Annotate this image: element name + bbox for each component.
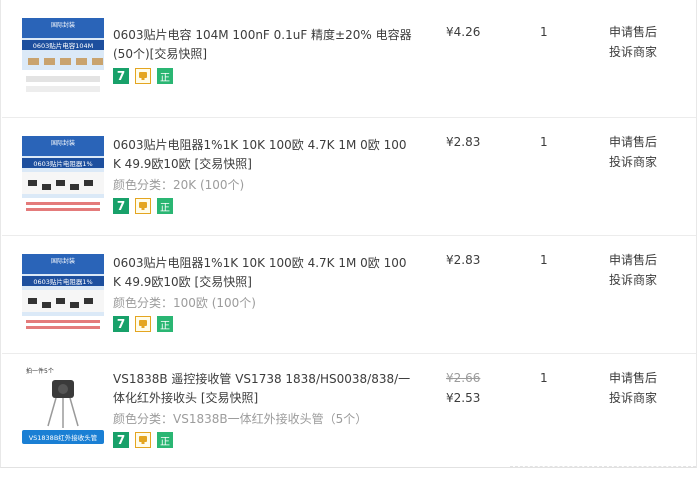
product-title[interactable]: 0603贴片电阻器1%1K 10K 100欧 4.7K 1M 0欧 100K 4… (113, 254, 413, 292)
product-title-text[interactable]: 0603贴片电阻器1%1K 10K 100欧 4.7K 1M 0欧 100K 4… (113, 138, 407, 171)
thumb-caption: 0603贴片电阻器1% (33, 277, 92, 286)
sku-spec: 颜色分类：VS1838B一体红外接收头管（5个） (113, 412, 368, 426)
price-current: ¥4.26 (446, 25, 481, 39)
item-operations: 申请售后 投诉商家 (609, 250, 657, 290)
consumer-protection-icon[interactable] (135, 68, 151, 84)
quantity: 1 (540, 135, 548, 149)
seven-day-return-icon[interactable]: 7 (113, 198, 129, 214)
sku-spec: 颜色分类：20K (100个) (113, 178, 245, 192)
unit-price: ¥2.83 (446, 250, 480, 270)
item-operations: 申请售后 投诉商家 (609, 22, 657, 62)
service-badges: 7 正 (113, 68, 413, 84)
sku-spec: 颜色分类：100欧 (100个) (113, 296, 256, 310)
product-thumbnail[interactable]: 国际封装 0603贴片电阻器1% (22, 136, 104, 218)
service-badges: 7 正 (113, 198, 413, 214)
product-info: 0603贴片电阻器1%1K 10K 100欧 4.7K 1M 0欧 100K 4… (113, 254, 413, 332)
product-thumbnail[interactable]: 国际封装 0603贴片电容104M (22, 18, 104, 100)
unit-price: ¥2.83 (446, 132, 480, 152)
apply-after-sale-link[interactable]: 申请售后 (609, 22, 657, 42)
product-info: 0603贴片电阻器1%1K 10K 100欧 4.7K 1M 0欧 100K 4… (113, 136, 413, 214)
genuine-guarantee-icon[interactable]: 正 (157, 68, 173, 84)
service-badges: 7 正 (113, 432, 413, 448)
thumb-caption: VS1838B红外接收头管 (29, 433, 98, 442)
product-thumbnail[interactable]: 拍一件5个 VS1838B红外接收头管 (22, 364, 104, 446)
complain-seller-link[interactable]: 投诉商家 (609, 42, 657, 62)
product-title-text[interactable]: VS1838B 遥控接收管 VS1738 1838/HS0038/838/一体化… (113, 372, 410, 405)
item-operations: 申请售后 投诉商家 (609, 368, 657, 408)
genuine-guarantee-icon[interactable]: 正 (157, 316, 173, 332)
bottom-divider (510, 466, 696, 468)
consumer-protection-icon[interactable] (135, 198, 151, 214)
seven-day-return-icon[interactable]: 7 (113, 68, 129, 84)
order-item-row: 拍一件5个 VS1838B红外接收头管 VS1838B 遥控接收管 VS1738… (2, 354, 696, 468)
complain-seller-link[interactable]: 投诉商家 (609, 270, 657, 290)
product-title[interactable]: 0603贴片电阻器1%1K 10K 100欧 4.7K 1M 0欧 100K 4… (113, 136, 413, 174)
quantity: 1 (540, 371, 548, 385)
order-item-row: 国际封装 0603贴片电阻器1% 0603贴片电阻器1%1K 10K 100欧 … (2, 236, 696, 354)
price-current: ¥2.83 (446, 253, 481, 267)
price-current: ¥2.83 (446, 135, 481, 149)
genuine-guarantee-icon[interactable]: 正 (157, 432, 173, 448)
apply-after-sale-link[interactable]: 申请售后 (609, 132, 657, 152)
product-title[interactable]: 0603贴片电容 104M 100nF 0.1uF 精度±20% 电容器(50个… (113, 26, 413, 64)
apply-after-sale-link[interactable]: 申请售后 (609, 250, 657, 270)
snapshot-link[interactable]: [交易快照] (195, 157, 252, 171)
complain-seller-link[interactable]: 投诉商家 (609, 152, 657, 172)
order-items-table: 国际封装 0603贴片电容104M 0603贴片电容 104M 100nF 0.… (0, 0, 697, 468)
apply-after-sale-link[interactable]: 申请售后 (609, 368, 657, 388)
product-info: 0603贴片电容 104M 100nF 0.1uF 精度±20% 电容器(50个… (113, 26, 413, 84)
consumer-protection-icon[interactable] (135, 432, 151, 448)
unit-price: ¥4.26 (446, 22, 480, 42)
price-current: ¥2.53 (446, 391, 481, 405)
seven-day-return-icon[interactable]: 7 (113, 432, 129, 448)
snapshot-link[interactable]: [交易快照] (195, 275, 252, 289)
order-item-row: 国际封装 0603贴片电容104M 0603贴片电容 104M 100nF 0.… (2, 0, 696, 118)
product-thumbnail[interactable]: 国际封装 0603贴片电阻器1% (22, 254, 104, 336)
thumb-caption: 国际封装 (51, 21, 75, 29)
genuine-guarantee-icon[interactable]: 正 (157, 198, 173, 214)
snapshot-link[interactable]: [交易快照] (150, 47, 207, 61)
order-item-row: 国际封装 0603贴片电阻器1% 0603贴片电阻器1%1K 10K 100欧 … (2, 118, 696, 236)
unit-price: ¥2.66 ¥2.53 (446, 368, 480, 408)
price-original: ¥2.66 (446, 371, 481, 385)
service-badges: 7 正 (113, 316, 413, 332)
product-title[interactable]: VS1838B 遥控接收管 VS1738 1838/HS0038/838/一体化… (113, 370, 413, 408)
item-operations: 申请售后 投诉商家 (609, 132, 657, 172)
quantity: 1 (540, 253, 548, 267)
thumb-caption: 拍一件5个 (26, 367, 54, 375)
thumb-caption: 0603贴片电容104M (33, 41, 94, 50)
product-info: VS1838B 遥控接收管 VS1738 1838/HS0038/838/一体化… (113, 370, 413, 448)
seven-day-return-icon[interactable]: 7 (113, 316, 129, 332)
thumb-caption: 国际封装 (51, 139, 75, 147)
thumb-caption: 0603贴片电阻器1% (33, 159, 92, 168)
complain-seller-link[interactable]: 投诉商家 (609, 388, 657, 408)
quantity: 1 (540, 25, 548, 39)
snapshot-link[interactable]: [交易快照] (201, 391, 258, 405)
thumb-caption: 国际封装 (51, 257, 75, 265)
product-title-text[interactable]: 0603贴片电阻器1%1K 10K 100欧 4.7K 1M 0欧 100K 4… (113, 256, 407, 289)
consumer-protection-icon[interactable] (135, 316, 151, 332)
